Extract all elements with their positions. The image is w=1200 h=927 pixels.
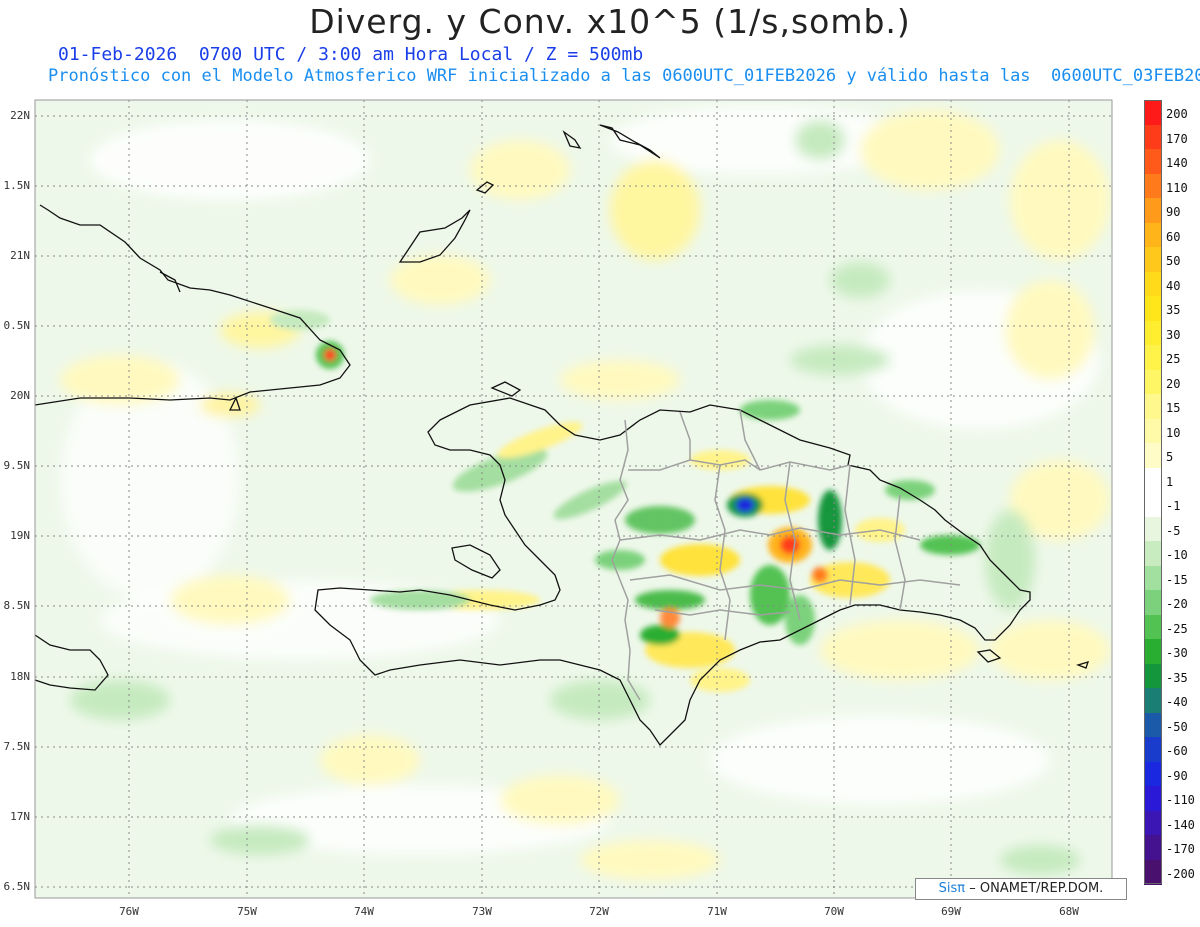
lat-label: 20N: [10, 389, 30, 402]
colorbar-label: 170: [1166, 131, 1188, 146]
colorbar-label: -5: [1166, 523, 1181, 538]
sispi-logo-text: Sisπ: [938, 881, 966, 896]
lon-label: 73W: [472, 905, 492, 918]
colorbar-label: 110: [1166, 180, 1188, 195]
lat-label: 18N: [10, 670, 30, 683]
colorbar-label: -50: [1166, 719, 1188, 734]
lon-label: 75W: [237, 905, 257, 918]
colorbar-frame: [1144, 100, 1162, 884]
colorbar-label: -20: [1166, 597, 1188, 611]
colorbar-label: -30: [1166, 646, 1188, 660]
lon-label: 71W: [707, 905, 727, 918]
colorbar-label: 200: [1166, 107, 1188, 121]
lon-label: 72W: [589, 905, 609, 918]
lat-label: 7.5N: [3, 740, 31, 753]
colorbar-label: 140: [1166, 156, 1188, 170]
colorbar-label: 20: [1166, 376, 1181, 391]
lat-label: 1.5N: [3, 179, 31, 192]
lat-label: 17N: [10, 810, 30, 823]
lat-label: 19N: [10, 529, 30, 542]
colorbar-label: -170: [1166, 842, 1195, 856]
lat-label: 6.5N: [3, 880, 31, 893]
lon-label: 74W: [354, 905, 374, 918]
colorbar-label: 10: [1166, 425, 1181, 440]
colorbar-label: -140: [1166, 817, 1195, 832]
colorbar-label: 40: [1166, 278, 1181, 293]
colorbar-label: -35: [1166, 670, 1188, 685]
lat-label: 9.5N: [3, 459, 31, 472]
credit-text: – ONAMET/REP.DOM.: [969, 881, 1104, 896]
lat-label: 22N: [10, 109, 30, 122]
colorbar-label: 5: [1166, 450, 1174, 464]
lat-label: 21N: [10, 249, 30, 262]
lon-label: 76W: [119, 905, 139, 918]
credit-box: Sisπ – ONAMET/REP.DOM.: [915, 878, 1127, 900]
lon-label: 69W: [941, 905, 961, 918]
colorbar-label: 25: [1166, 352, 1181, 366]
lat-label: 0.5N: [3, 319, 31, 332]
colorbar-label: -1: [1166, 499, 1181, 513]
colorbar-label: 50: [1166, 254, 1181, 268]
colorbar-label: -90: [1166, 768, 1188, 783]
colorbar-label: -60: [1166, 744, 1188, 758]
divergence-map: [34, 99, 1113, 899]
colorbar-label: 60: [1166, 229, 1181, 244]
colorbar-label: -200: [1166, 866, 1195, 881]
colorbar-label: -10: [1166, 548, 1188, 562]
colorbar-label: -110: [1166, 793, 1195, 807]
colorbar-label: 90: [1166, 205, 1181, 219]
lon-label: 68W: [1059, 905, 1079, 918]
lat-label: 8.5N: [3, 599, 31, 612]
colorbar-label: 1: [1166, 474, 1174, 489]
lon-label: 70W: [824, 905, 844, 918]
colorbar-label: -40: [1166, 695, 1188, 709]
colorbar-label: 30: [1166, 327, 1181, 342]
colorbar-label: 15: [1166, 401, 1181, 415]
colorbar-label: 35: [1166, 303, 1181, 317]
colorbar-label: -15: [1166, 572, 1188, 587]
colorbar-label: -25: [1166, 621, 1188, 636]
